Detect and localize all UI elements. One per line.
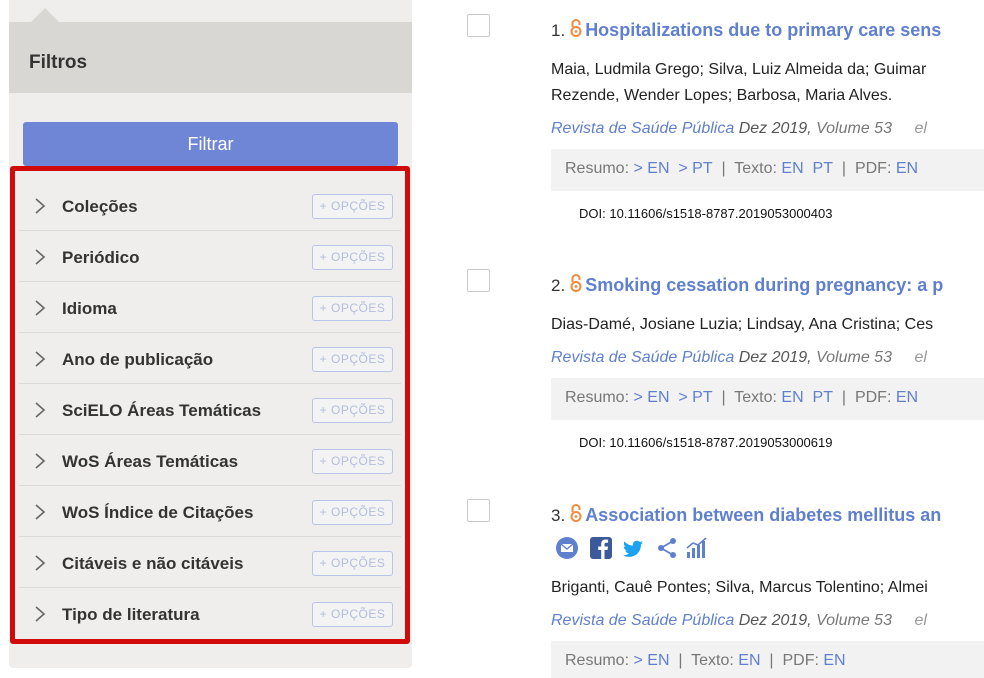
authors-line: Briganti, Cauê Pontes; Silva, Marcus Tol… (551, 579, 928, 596)
facet-list: Coleções + OPÇÕES Periódico + OPÇÕES Idi… (19, 180, 401, 639)
facet-ano-publicacao[interactable]: Ano de publicação + OPÇÕES (19, 333, 401, 384)
facet-idioma[interactable]: Idioma + OPÇÕES (19, 282, 401, 333)
resumo-label: Resumo: (565, 652, 630, 669)
result-title-link[interactable]: Association between diabetes mellitus an (585, 505, 941, 525)
journal-volume: Volume 53 (816, 612, 892, 629)
filter-button[interactable]: Filtrar (23, 122, 398, 166)
filters-title: Filtros (29, 52, 88, 73)
facets-highlight-box: Coleções + OPÇÕES Periódico + OPÇÕES Idi… (10, 166, 410, 644)
facet-wos-indice[interactable]: WoS Índice de Citações + OPÇÕES (19, 486, 401, 537)
facet-options-button[interactable]: + OPÇÕES (312, 551, 393, 576)
result-number: 3. (551, 506, 566, 525)
facet-options-button[interactable]: + OPÇÕES (312, 449, 393, 474)
result-journal: Revista de Saúde Pública Dez 2019, Volum… (551, 612, 927, 630)
result-links: Resumo: > EN | Texto: EN | PDF: EN (565, 652, 846, 670)
filters-sidebar: Filtros Filtrar Coleções + OPÇÕES Periód… (9, 0, 412, 668)
facet-options-button[interactable]: + OPÇÕES (312, 500, 393, 525)
sidebar-top (9, 0, 412, 22)
facet-citaveis[interactable]: Citáveis e não citáveis + OPÇÕES (19, 537, 401, 588)
result-links-bar: Resumo: > EN | Texto: EN | PDF: EN (551, 641, 984, 678)
chevron-right-icon (35, 606, 46, 622)
facet-label: Coleções (62, 197, 138, 216)
facet-wos-areas[interactable]: WoS Áreas Temáticas + OPÇÕES (19, 435, 401, 486)
result-title-row: 3. Association between diabetes mellitus … (551, 503, 941, 526)
chevron-right-icon (35, 504, 46, 520)
facet-label: WoS Áreas Temáticas (62, 452, 239, 471)
texto-label: Texto: (691, 652, 734, 669)
chevron-right-icon (35, 198, 46, 214)
journal-name-link[interactable]: Revista de Saúde Pública (551, 612, 734, 629)
journal-extra: el (914, 612, 927, 629)
pdf-label: PDF: (782, 652, 819, 669)
result-item-3: 3. Association between diabetes mellitus … (467, 0, 984, 678)
pdf-en-link[interactable]: EN (823, 652, 845, 669)
chevron-right-icon (35, 555, 46, 571)
tab-notch (31, 8, 59, 22)
texto-en-link[interactable]: EN (738, 652, 760, 669)
facebook-icon[interactable] (589, 536, 613, 560)
facet-options-button[interactable]: + OPÇÕES (312, 194, 393, 219)
chevron-right-icon (35, 249, 46, 265)
separator: | (678, 652, 683, 669)
share-icon[interactable] (655, 536, 679, 560)
chevron-right-icon (35, 351, 46, 367)
metrics-icon[interactable] (685, 536, 709, 560)
resumo-en-link[interactable]: > EN (633, 652, 669, 669)
facet-label: SciELO Áreas Temáticas (62, 401, 262, 420)
facet-label: Idioma (62, 299, 117, 318)
facet-options-button[interactable]: + OPÇÕES (312, 398, 393, 423)
facet-options-button[interactable]: + OPÇÕES (312, 602, 393, 627)
facet-scielo-areas[interactable]: SciELO Áreas Temáticas + OPÇÕES (19, 384, 401, 435)
facet-label: Citáveis e não citáveis (62, 554, 244, 573)
filters-header: Filtros (9, 22, 412, 93)
separator: | (769, 652, 774, 669)
email-icon[interactable] (555, 536, 579, 560)
facet-options-button[interactable]: + OPÇÕES (312, 296, 393, 321)
journal-date: Dez 2019, (738, 612, 812, 629)
facet-label: WoS Índice de Citações (62, 503, 254, 522)
chevron-right-icon (35, 402, 46, 418)
open-access-icon (570, 504, 582, 522)
result-authors: Briganti, Cauê Pontes; Silva, Marcus Tol… (551, 575, 928, 601)
facet-colecoes[interactable]: Coleções + OPÇÕES (19, 180, 401, 231)
facet-label: Ano de publicação (62, 350, 214, 369)
facet-periodico[interactable]: Periódico + OPÇÕES (19, 231, 401, 282)
chevron-right-icon (35, 300, 46, 316)
chevron-right-icon (35, 453, 46, 469)
facet-options-button[interactable]: + OPÇÕES (312, 347, 393, 372)
facet-label: Tipo de literatura (62, 605, 200, 624)
facet-label: Periódico (62, 248, 140, 267)
facet-tipo-literatura[interactable]: Tipo de literatura + OPÇÕES (19, 588, 401, 639)
result-checkbox[interactable] (467, 499, 490, 522)
facet-options-button[interactable]: + OPÇÕES (312, 245, 393, 270)
twitter-icon[interactable] (621, 536, 645, 560)
